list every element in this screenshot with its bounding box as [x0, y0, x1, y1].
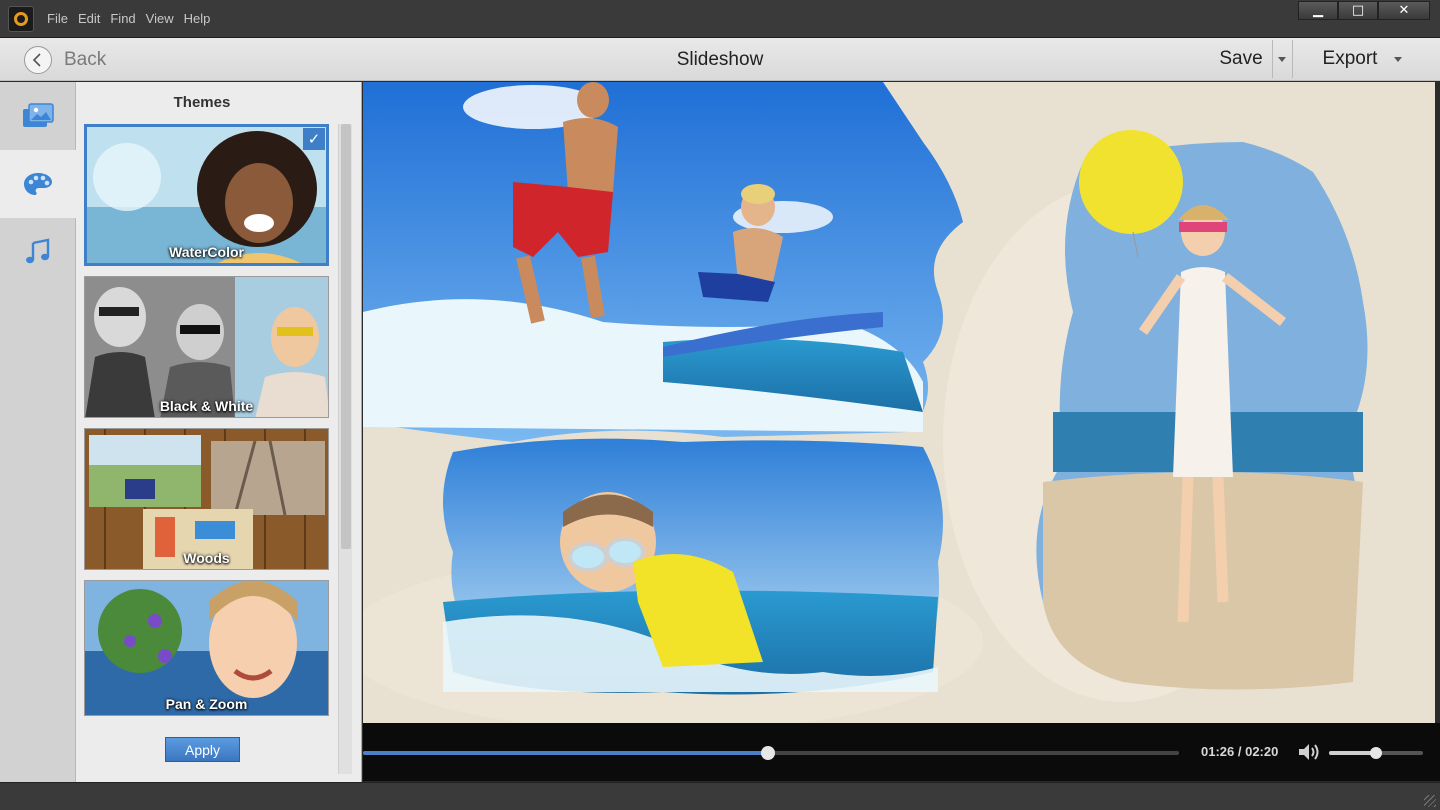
- app-logo-icon: [8, 6, 34, 32]
- themes-panel: Themes WaterColor ✓ Black & White Woods …: [76, 82, 362, 782]
- volume-level: [1329, 751, 1376, 755]
- menu-edit[interactable]: Edit: [73, 11, 105, 26]
- maximize-button[interactable]: □: [1338, 1, 1378, 20]
- chevron-down-icon: [1394, 56, 1402, 62]
- seek-handle[interactable]: [760, 746, 775, 760]
- apply-button[interactable]: Apply: [165, 737, 240, 762]
- close-button[interactable]: ✕: [1378, 1, 1430, 20]
- volume-handle[interactable]: [1370, 747, 1382, 759]
- rail-themes-button[interactable]: [0, 150, 76, 218]
- themes-title: Themes: [173, 94, 231, 111]
- themes-scrollbar[interactable]: [338, 124, 352, 774]
- palette-icon: [24, 173, 52, 195]
- window-controls: ▁ □ ✕: [1298, 1, 1430, 20]
- minimize-icon: ▁: [1313, 3, 1323, 18]
- side-rail: [0, 82, 76, 782]
- theme-label: Pan & Zoom: [165, 696, 248, 712]
- chevron-down-icon: [1278, 56, 1286, 62]
- theme-woods[interactable]: Woods: [84, 428, 329, 570]
- save-button[interactable]: Save: [1210, 38, 1272, 80]
- slideshow-preview[interactable]: [363, 82, 1435, 723]
- media-icon: [23, 103, 54, 127]
- status-bar: [0, 782, 1440, 810]
- theme-label: WaterColor: [169, 244, 244, 260]
- playback-time: 01:26 / 02:20: [1201, 744, 1279, 759]
- export-button[interactable]: Export: [1310, 38, 1390, 80]
- close-icon: ✕: [1398, 3, 1410, 18]
- maximize-icon: □: [1351, 3, 1365, 18]
- theme-black-white[interactable]: Black & White: [84, 276, 329, 418]
- minimize-button[interactable]: ▁: [1298, 1, 1338, 20]
- menu-bar: File Edit Find View Help: [42, 0, 215, 36]
- scrollbar-thumb[interactable]: [341, 124, 351, 549]
- top-toolbar: Back Slideshow Save Export: [0, 38, 1440, 81]
- music-icon: [26, 238, 50, 264]
- menu-view[interactable]: View: [141, 11, 179, 26]
- seek-progress: [363, 751, 768, 755]
- save-dropdown-button[interactable]: [1273, 38, 1291, 80]
- theme-label: Woods: [183, 550, 230, 566]
- resize-grip-icon[interactable]: [1424, 795, 1436, 807]
- rail-audio-button[interactable]: [0, 218, 76, 286]
- checkmark-icon: ✓: [303, 128, 325, 150]
- slide-collage-image: [363, 82, 1435, 723]
- rail-media-button[interactable]: [0, 82, 76, 150]
- menu-file[interactable]: File: [42, 11, 73, 26]
- menu-help[interactable]: Help: [179, 11, 216, 26]
- playback-bar: 01:26 / 02:20: [363, 723, 1440, 781]
- theme-preview-image: [85, 429, 328, 569]
- toolbar-divider: [1292, 40, 1293, 78]
- theme-label: Black & White: [159, 398, 254, 414]
- menu-find[interactable]: Find: [105, 11, 140, 26]
- export-dropdown-button[interactable]: [1390, 38, 1406, 80]
- volume-icon[interactable]: [1297, 742, 1321, 766]
- theme-preview-image: [85, 277, 328, 417]
- theme-watercolor[interactable]: WaterColor ✓: [84, 124, 329, 266]
- theme-pan-zoom[interactable]: Pan & Zoom: [84, 580, 329, 716]
- title-bar: File Edit Find View Help ▁ □ ✕: [0, 0, 1440, 38]
